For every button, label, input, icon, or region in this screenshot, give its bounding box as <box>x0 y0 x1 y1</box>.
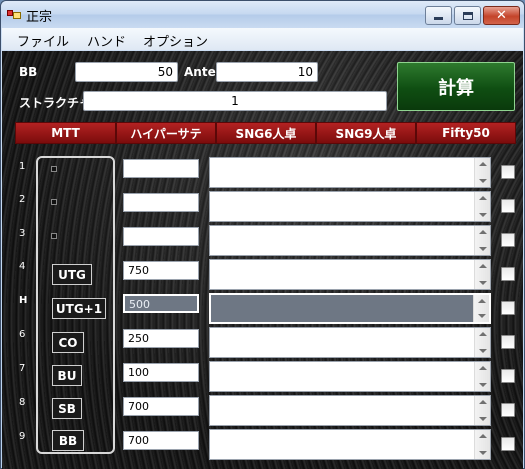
stack-input[interactable] <box>123 193 199 212</box>
stack-input[interactable] <box>123 159 199 178</box>
hand-memo[interactable] <box>209 191 491 222</box>
hand-memo[interactable] <box>209 327 491 358</box>
position-button-sb[interactable]: SB <box>52 398 82 419</box>
memo-scrollbar[interactable] <box>474 260 490 289</box>
seat-checkbox[interactable] <box>501 437 515 451</box>
seat-checkbox[interactable] <box>501 199 515 213</box>
stack-input[interactable]: 250 <box>123 329 199 348</box>
minimize-icon <box>434 17 443 20</box>
stack-input-hero[interactable]: 500 <box>123 294 199 313</box>
scroll-down-icon[interactable] <box>479 281 487 285</box>
scroll-up-icon[interactable] <box>479 366 487 370</box>
calculate-button[interactable]: 計算 <box>397 62 515 111</box>
scroll-up-icon[interactable] <box>479 264 487 268</box>
stack-input[interactable]: 100 <box>123 363 199 382</box>
position-button-utg1[interactable]: UTG+1 <box>52 298 106 319</box>
empty-seat-marker[interactable] <box>51 233 57 239</box>
structure-label: ストラクチャ <box>19 96 91 110</box>
scroll-down-icon[interactable] <box>479 247 487 251</box>
row-number: 4 <box>19 261 26 272</box>
scroll-up-icon[interactable] <box>479 434 487 438</box>
maximize-icon <box>462 11 473 20</box>
memo-scrollbar[interactable] <box>474 328 490 357</box>
seat-checkbox[interactable] <box>501 301 515 315</box>
stack-input[interactable] <box>123 227 199 246</box>
scroll-down-icon[interactable] <box>479 451 487 455</box>
window-title: 正宗 <box>26 10 53 25</box>
scroll-down-icon[interactable] <box>479 417 487 421</box>
bb-label: BB <box>19 65 38 79</box>
position-button-co[interactable]: CO <box>52 332 84 353</box>
close-button[interactable]: ✕ <box>483 6 520 25</box>
seat-checkbox[interactable] <box>501 165 515 179</box>
hand-memo[interactable] <box>209 157 491 188</box>
memo-scrollbar[interactable] <box>474 396 490 425</box>
menu-file[interactable]: ファイル <box>17 31 69 50</box>
tab-sng6[interactable]: SNG6人卓 <box>216 122 316 144</box>
menu-hand[interactable]: ハンド <box>87 31 126 50</box>
row-number: 3 <box>19 228 26 239</box>
minimize-button[interactable] <box>425 6 452 25</box>
position-button-bb[interactable]: BB <box>52 430 84 451</box>
empty-seat-marker[interactable] <box>51 166 57 172</box>
scroll-down-icon[interactable] <box>479 383 487 387</box>
app-icon <box>7 8 21 20</box>
row-number: 1 <box>19 161 26 172</box>
row-number: 7 <box>19 363 26 374</box>
scroll-up-icon[interactable] <box>479 332 487 336</box>
scroll-down-icon[interactable] <box>479 179 487 183</box>
stack-input[interactable]: 700 <box>123 397 199 416</box>
memo-scrollbar[interactable] <box>474 192 490 221</box>
scroll-up-icon[interactable] <box>479 400 487 404</box>
hand-memo[interactable] <box>209 429 491 460</box>
bb-input[interactable]: 50 <box>75 62 178 82</box>
position-button-bu[interactable]: BU <box>52 365 82 386</box>
scroll-up-icon[interactable] <box>478 299 486 303</box>
close-icon: ✕ <box>496 8 507 23</box>
maximize-button[interactable] <box>454 6 481 25</box>
scroll-down-icon[interactable] <box>478 314 486 318</box>
app-window: 正宗 ✕ ファイル ハンド オプション BB 50 Ante 10 ストラクチャ… <box>0 0 525 469</box>
seat-checkbox[interactable] <box>501 267 515 281</box>
scroll-down-icon[interactable] <box>479 349 487 353</box>
row-number: 2 <box>19 194 26 205</box>
memo-scrollbar[interactable] <box>474 226 490 255</box>
memo-scrollbar[interactable] <box>474 158 490 187</box>
seat-checkbox[interactable] <box>501 369 515 383</box>
title-bar[interactable]: 正宗 ✕ <box>1 1 524 28</box>
stack-input[interactable]: 700 <box>123 431 199 450</box>
memo-scrollbar[interactable] <box>473 295 489 322</box>
row-number: 9 <box>19 431 26 442</box>
memo-scrollbar[interactable] <box>474 362 490 391</box>
tab-sng9[interactable]: SNG9人卓 <box>316 122 416 144</box>
hand-memo[interactable] <box>209 361 491 392</box>
structure-input[interactable]: 1 <box>83 91 387 111</box>
seat-checkbox[interactable] <box>501 335 515 349</box>
hand-memo[interactable] <box>209 395 491 426</box>
ante-input[interactable]: 10 <box>216 62 318 82</box>
tab-mtt[interactable]: MTT <box>15 122 116 144</box>
row-number: 6 <box>19 329 26 340</box>
main-panel: BB 50 Ante 10 ストラクチャ 1 計算 MTT ハイパーサテ SNG… <box>2 51 523 469</box>
hand-memo[interactable] <box>209 225 491 256</box>
row-number-hero: H <box>19 295 28 306</box>
scroll-up-icon[interactable] <box>479 196 487 200</box>
stack-input[interactable]: 750 <box>123 261 199 280</box>
seat-checkbox[interactable] <box>501 233 515 247</box>
hand-memo-hero[interactable] <box>209 293 491 324</box>
menu-options[interactable]: オプション <box>143 31 208 50</box>
scroll-up-icon[interactable] <box>479 162 487 166</box>
menu-bar: ファイル ハンド オプション <box>2 28 523 50</box>
scroll-up-icon[interactable] <box>479 230 487 234</box>
position-button-utg[interactable]: UTG <box>52 264 92 285</box>
tab-fifty50[interactable]: Fifty50 <box>416 122 516 144</box>
memo-scrollbar[interactable] <box>474 430 490 459</box>
hand-memo[interactable] <box>209 259 491 290</box>
seat-checkbox[interactable] <box>501 403 515 417</box>
ante-label: Ante <box>184 65 216 79</box>
scroll-down-icon[interactable] <box>479 213 487 217</box>
tab-hyper-satellite[interactable]: ハイパーサテ <box>116 122 216 144</box>
empty-seat-marker[interactable] <box>51 199 57 205</box>
row-number: 8 <box>19 397 26 408</box>
